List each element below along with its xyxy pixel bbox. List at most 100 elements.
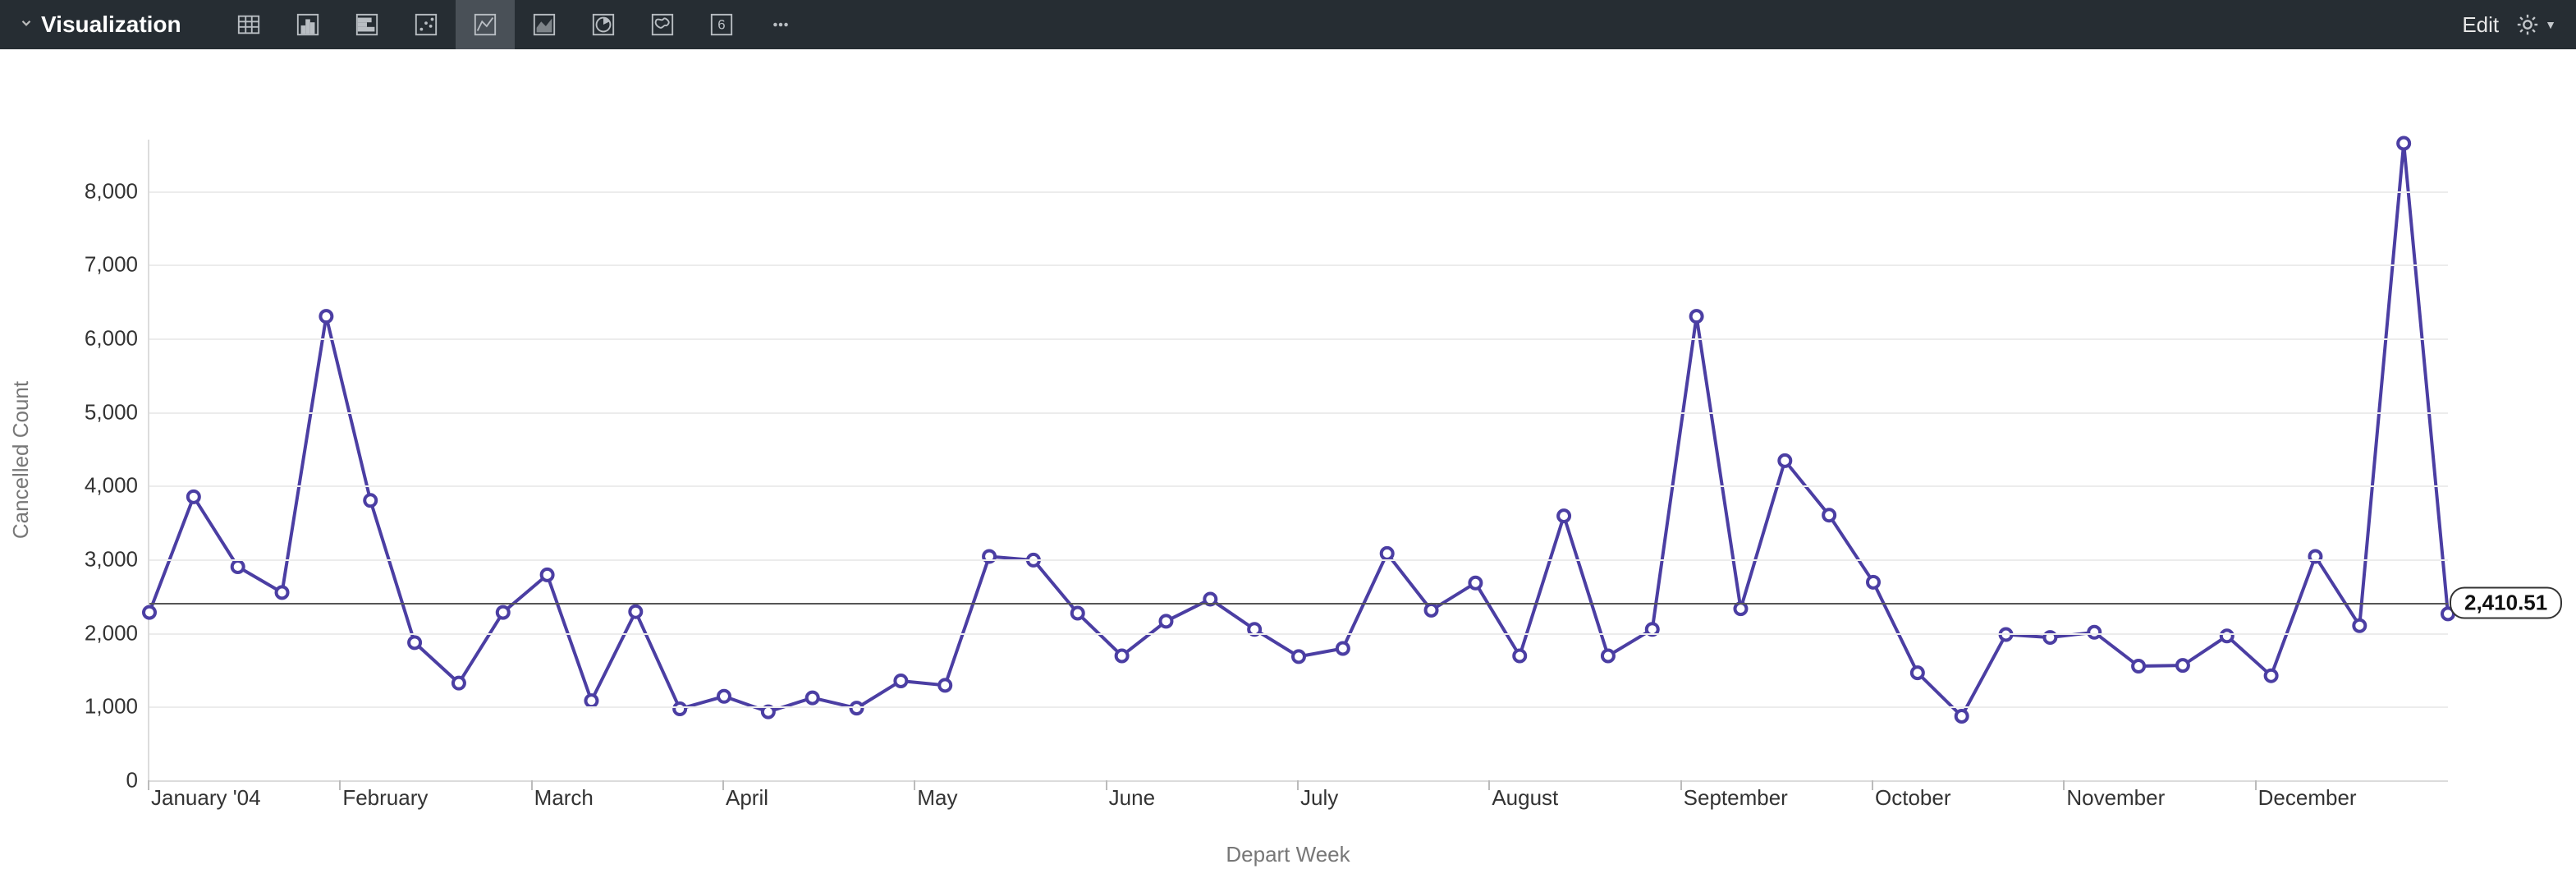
table-icon[interactable] (219, 0, 278, 49)
grid-line (149, 264, 2448, 266)
data-point[interactable] (1160, 615, 1171, 627)
data-point[interactable] (1558, 510, 1570, 522)
data-point[interactable] (1293, 651, 1304, 662)
data-point[interactable] (409, 637, 420, 648)
data-point[interactable] (1469, 577, 1481, 589)
data-point[interactable] (895, 675, 906, 687)
x-tick (1106, 780, 1107, 790)
data-point[interactable] (2354, 620, 2365, 632)
area-chart-icon[interactable] (515, 0, 574, 49)
series-line (149, 143, 2448, 716)
data-point[interactable] (2177, 660, 2189, 671)
edit-button[interactable]: Edit (2462, 12, 2499, 38)
grid-line (149, 706, 2448, 708)
data-point[interactable] (1072, 607, 1084, 618)
scatter-chart-icon[interactable] (396, 0, 456, 49)
grid-line (149, 338, 2448, 340)
collapse-toggle[interactable] (16, 16, 36, 34)
data-point[interactable] (939, 679, 951, 691)
data-point[interactable] (364, 494, 376, 506)
data-point[interactable] (674, 703, 685, 715)
reference-line (149, 603, 2448, 605)
vis-type-group: 6 (219, 0, 810, 49)
data-point[interactable] (1691, 310, 1703, 322)
plot-region[interactable] (148, 140, 2448, 782)
caret-down-icon: ▼ (2545, 18, 2556, 31)
x-axis-title: Depart Week (1226, 842, 1350, 867)
data-point[interactable] (630, 606, 641, 618)
x-tick-label: July (1300, 785, 1338, 811)
line-series (149, 140, 2448, 780)
data-point[interactable] (1116, 650, 1128, 661)
data-point[interactable] (1602, 650, 1614, 661)
grid-line (149, 633, 2448, 635)
data-point[interactable] (1779, 455, 1790, 467)
data-point[interactable] (188, 491, 199, 503)
data-point[interactable] (497, 607, 509, 618)
y-tick-label: 8,000 (48, 178, 138, 204)
single-value-icon[interactable]: 6 (692, 0, 751, 49)
x-tick (914, 780, 915, 790)
data-point[interactable] (453, 678, 465, 689)
y-tick-label: 5,000 (48, 399, 138, 425)
x-tick (148, 780, 149, 790)
x-tick (1680, 780, 1682, 790)
x-tick (531, 780, 533, 790)
x-tick-label: December (2258, 785, 2357, 811)
data-point[interactable] (1337, 643, 1349, 655)
map-chart-icon[interactable] (633, 0, 692, 49)
data-point[interactable] (1426, 605, 1437, 616)
y-axis-title: Cancelled Count (8, 381, 34, 539)
data-point[interactable] (807, 692, 818, 704)
reference-line-label: 2,410.51 (2450, 586, 2562, 618)
data-point[interactable] (2398, 137, 2409, 149)
y-tick-label: 7,000 (48, 252, 138, 278)
x-tick (2063, 780, 2065, 790)
data-point[interactable] (718, 691, 730, 702)
data-point[interactable] (2266, 670, 2277, 682)
x-tick-label: June (1109, 785, 1155, 811)
x-tick (2255, 780, 2257, 790)
data-point[interactable] (585, 695, 597, 706)
chart-area: Cancelled Count Depart Week 01,0002,0003… (0, 49, 2576, 869)
data-point[interactable] (1956, 710, 1968, 722)
more-icon[interactable] (751, 0, 810, 49)
data-point[interactable] (1735, 603, 1746, 614)
settings-menu[interactable]: ▼ (2515, 12, 2556, 37)
grid-line (149, 191, 2448, 193)
x-tick-label: May (917, 785, 957, 811)
data-point[interactable] (144, 607, 155, 618)
data-point[interactable] (2133, 660, 2144, 672)
data-point[interactable] (1514, 650, 1525, 661)
x-tick-label: April (726, 785, 768, 811)
x-tick-label: October (1875, 785, 1951, 811)
data-point[interactable] (2221, 630, 2233, 641)
x-tick-label: September (1684, 785, 1788, 811)
x-tick-label: March (534, 785, 594, 811)
x-tick-label: February (342, 785, 428, 811)
grid-line (149, 412, 2448, 414)
visualization-toolbar: Visualization 6 Ed (0, 0, 2576, 49)
data-point[interactable] (320, 310, 332, 322)
y-tick-label: 3,000 (48, 547, 138, 572)
pie-chart-icon[interactable] (574, 0, 633, 49)
column-chart-icon[interactable] (278, 0, 337, 49)
x-tick (722, 780, 724, 790)
x-tick (339, 780, 341, 790)
y-tick-label: 6,000 (48, 326, 138, 352)
data-point[interactable] (232, 561, 244, 572)
data-point[interactable] (1912, 667, 1923, 678)
x-tick (1297, 780, 1299, 790)
line-chart-icon[interactable] (456, 0, 515, 49)
data-point[interactable] (542, 569, 553, 581)
y-tick-label: 2,000 (48, 620, 138, 646)
data-point[interactable] (1382, 548, 1393, 559)
data-point[interactable] (277, 586, 288, 598)
toolbar-title: Visualization (41, 11, 181, 38)
bar-chart-icon[interactable] (337, 0, 396, 49)
grid-line (149, 559, 2448, 561)
grid-line (149, 485, 2448, 487)
data-point[interactable] (1823, 509, 1835, 521)
data-point[interactable] (1868, 577, 1879, 588)
svg-text:6: 6 (717, 17, 725, 33)
